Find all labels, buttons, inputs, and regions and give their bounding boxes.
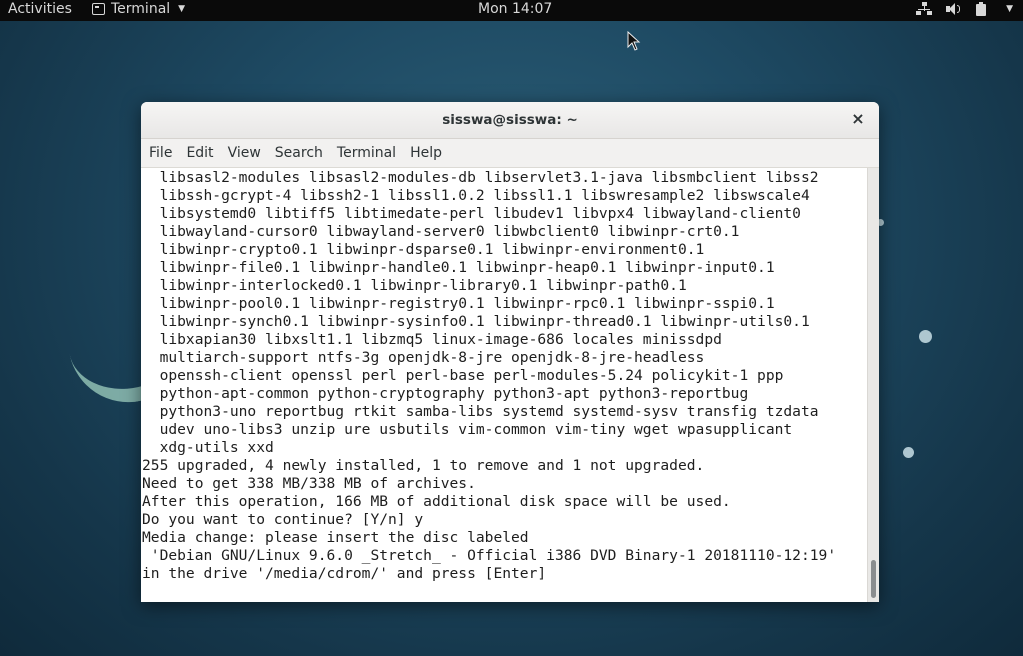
menu-file[interactable]: File — [149, 145, 179, 161]
menu-view[interactable]: View — [228, 145, 268, 161]
menu-search[interactable]: Search — [275, 145, 330, 161]
terminal-line: libwinpr-interlocked0.1 libwinpr-library… — [142, 277, 687, 294]
terminal-icon — [92, 3, 105, 15]
terminal-line: xdg-utils xxd — [142, 439, 274, 456]
menu-edit[interactable]: Edit — [186, 145, 220, 161]
battery-icon — [976, 2, 992, 16]
window-titlebar[interactable]: sisswa@sisswa: ~ × — [141, 102, 879, 139]
terminal-line: Need to get 338 MB/338 MB of archives. — [142, 475, 476, 492]
terminal-line: libsasl2-modules libsasl2-modules-db lib… — [142, 169, 819, 186]
terminal-line: multiarch-support ntfs-3g openjdk-8-jre … — [142, 349, 705, 366]
terminal-line: libxapian30 libxslt1.1 libzmq5 linux-ima… — [142, 331, 722, 348]
wallpaper-dot — [903, 447, 914, 458]
terminal-line: libsystemd0 libtiff5 libtimedate-perl li… — [142, 205, 801, 222]
terminal-line: Media change: please insert the disc lab… — [142, 529, 529, 546]
terminal-output[interactable]: libsasl2-modules libsasl2-modules-db lib… — [141, 168, 867, 602]
terminal-line: libssh-gcrypt-4 libssh2-1 libssl1.0.2 li… — [142, 187, 810, 204]
menu-bar: File Edit View Search Terminal Help — [141, 139, 879, 168]
app-menu[interactable]: Terminal ▼ — [92, 0, 185, 18]
terminal-line: Do you want to continue? [Y/n] y — [142, 511, 424, 528]
terminal-text: libsasl2-modules libsasl2-modules-db lib… — [142, 169, 836, 583]
mouse-cursor — [627, 30, 641, 51]
terminal-line: in the drive '/media/cdrom/' and press [… — [142, 565, 547, 582]
terminal-line: 255 upgraded, 4 newly installed, 1 to re… — [142, 457, 705, 474]
terminal-line: libwayland-cursor0 libwayland-server0 li… — [142, 223, 740, 240]
top-bar: Activities Terminal ▼ Mon 14:07 ▼ — [0, 0, 1023, 21]
wallpaper-dot — [919, 330, 932, 343]
chevron-down-icon: ▼ — [1006, 4, 1013, 14]
terminal-line: libwinpr-synch0.1 libwinpr-sysinfo0.1 li… — [142, 313, 810, 330]
menu-help[interactable]: Help — [410, 145, 449, 161]
terminal-line: libwinpr-crypto0.1 libwinpr-dsparse0.1 l… — [142, 241, 705, 258]
terminal-window[interactable]: sisswa@sisswa: ~ × File Edit View Search… — [141, 102, 879, 602]
scrollbar-thumb[interactable] — [871, 560, 876, 598]
chevron-down-icon: ▼ — [178, 4, 186, 14]
close-button[interactable]: × — [849, 110, 867, 128]
volume-icon — [946, 2, 962, 16]
terminal-line: libwinpr-pool0.1 libwinpr-registry0.1 li… — [142, 295, 775, 312]
terminal-scrollbar[interactable] — [867, 168, 879, 602]
terminal-line: python3-uno reportbug rtkit samba-libs s… — [142, 403, 819, 420]
terminal-line: 'Debian GNU/Linux 9.6.0 _Stretch_ - Offi… — [142, 547, 837, 564]
system-status-area[interactable]: ▼ — [916, 0, 1013, 18]
window-title: sisswa@sisswa: ~ — [442, 112, 578, 128]
menu-terminal[interactable]: Terminal — [337, 145, 403, 161]
network-icon — [916, 2, 933, 16]
terminal-line: python-apt-common python-cryptography py… — [142, 385, 749, 402]
activities-button[interactable]: Activities — [8, 0, 72, 18]
terminal-line: udev uno-libs3 unzip ure usbutils vim-co… — [142, 421, 793, 438]
clock[interactable]: Mon 14:07 — [478, 0, 552, 18]
terminal-line: openssh-client openssl perl perl-base pe… — [142, 367, 784, 384]
terminal-line: After this operation, 166 MB of addition… — [142, 493, 731, 510]
app-menu-label: Terminal — [111, 1, 171, 17]
terminal-line: libwinpr-file0.1 libwinpr-handle0.1 libw… — [142, 259, 775, 276]
